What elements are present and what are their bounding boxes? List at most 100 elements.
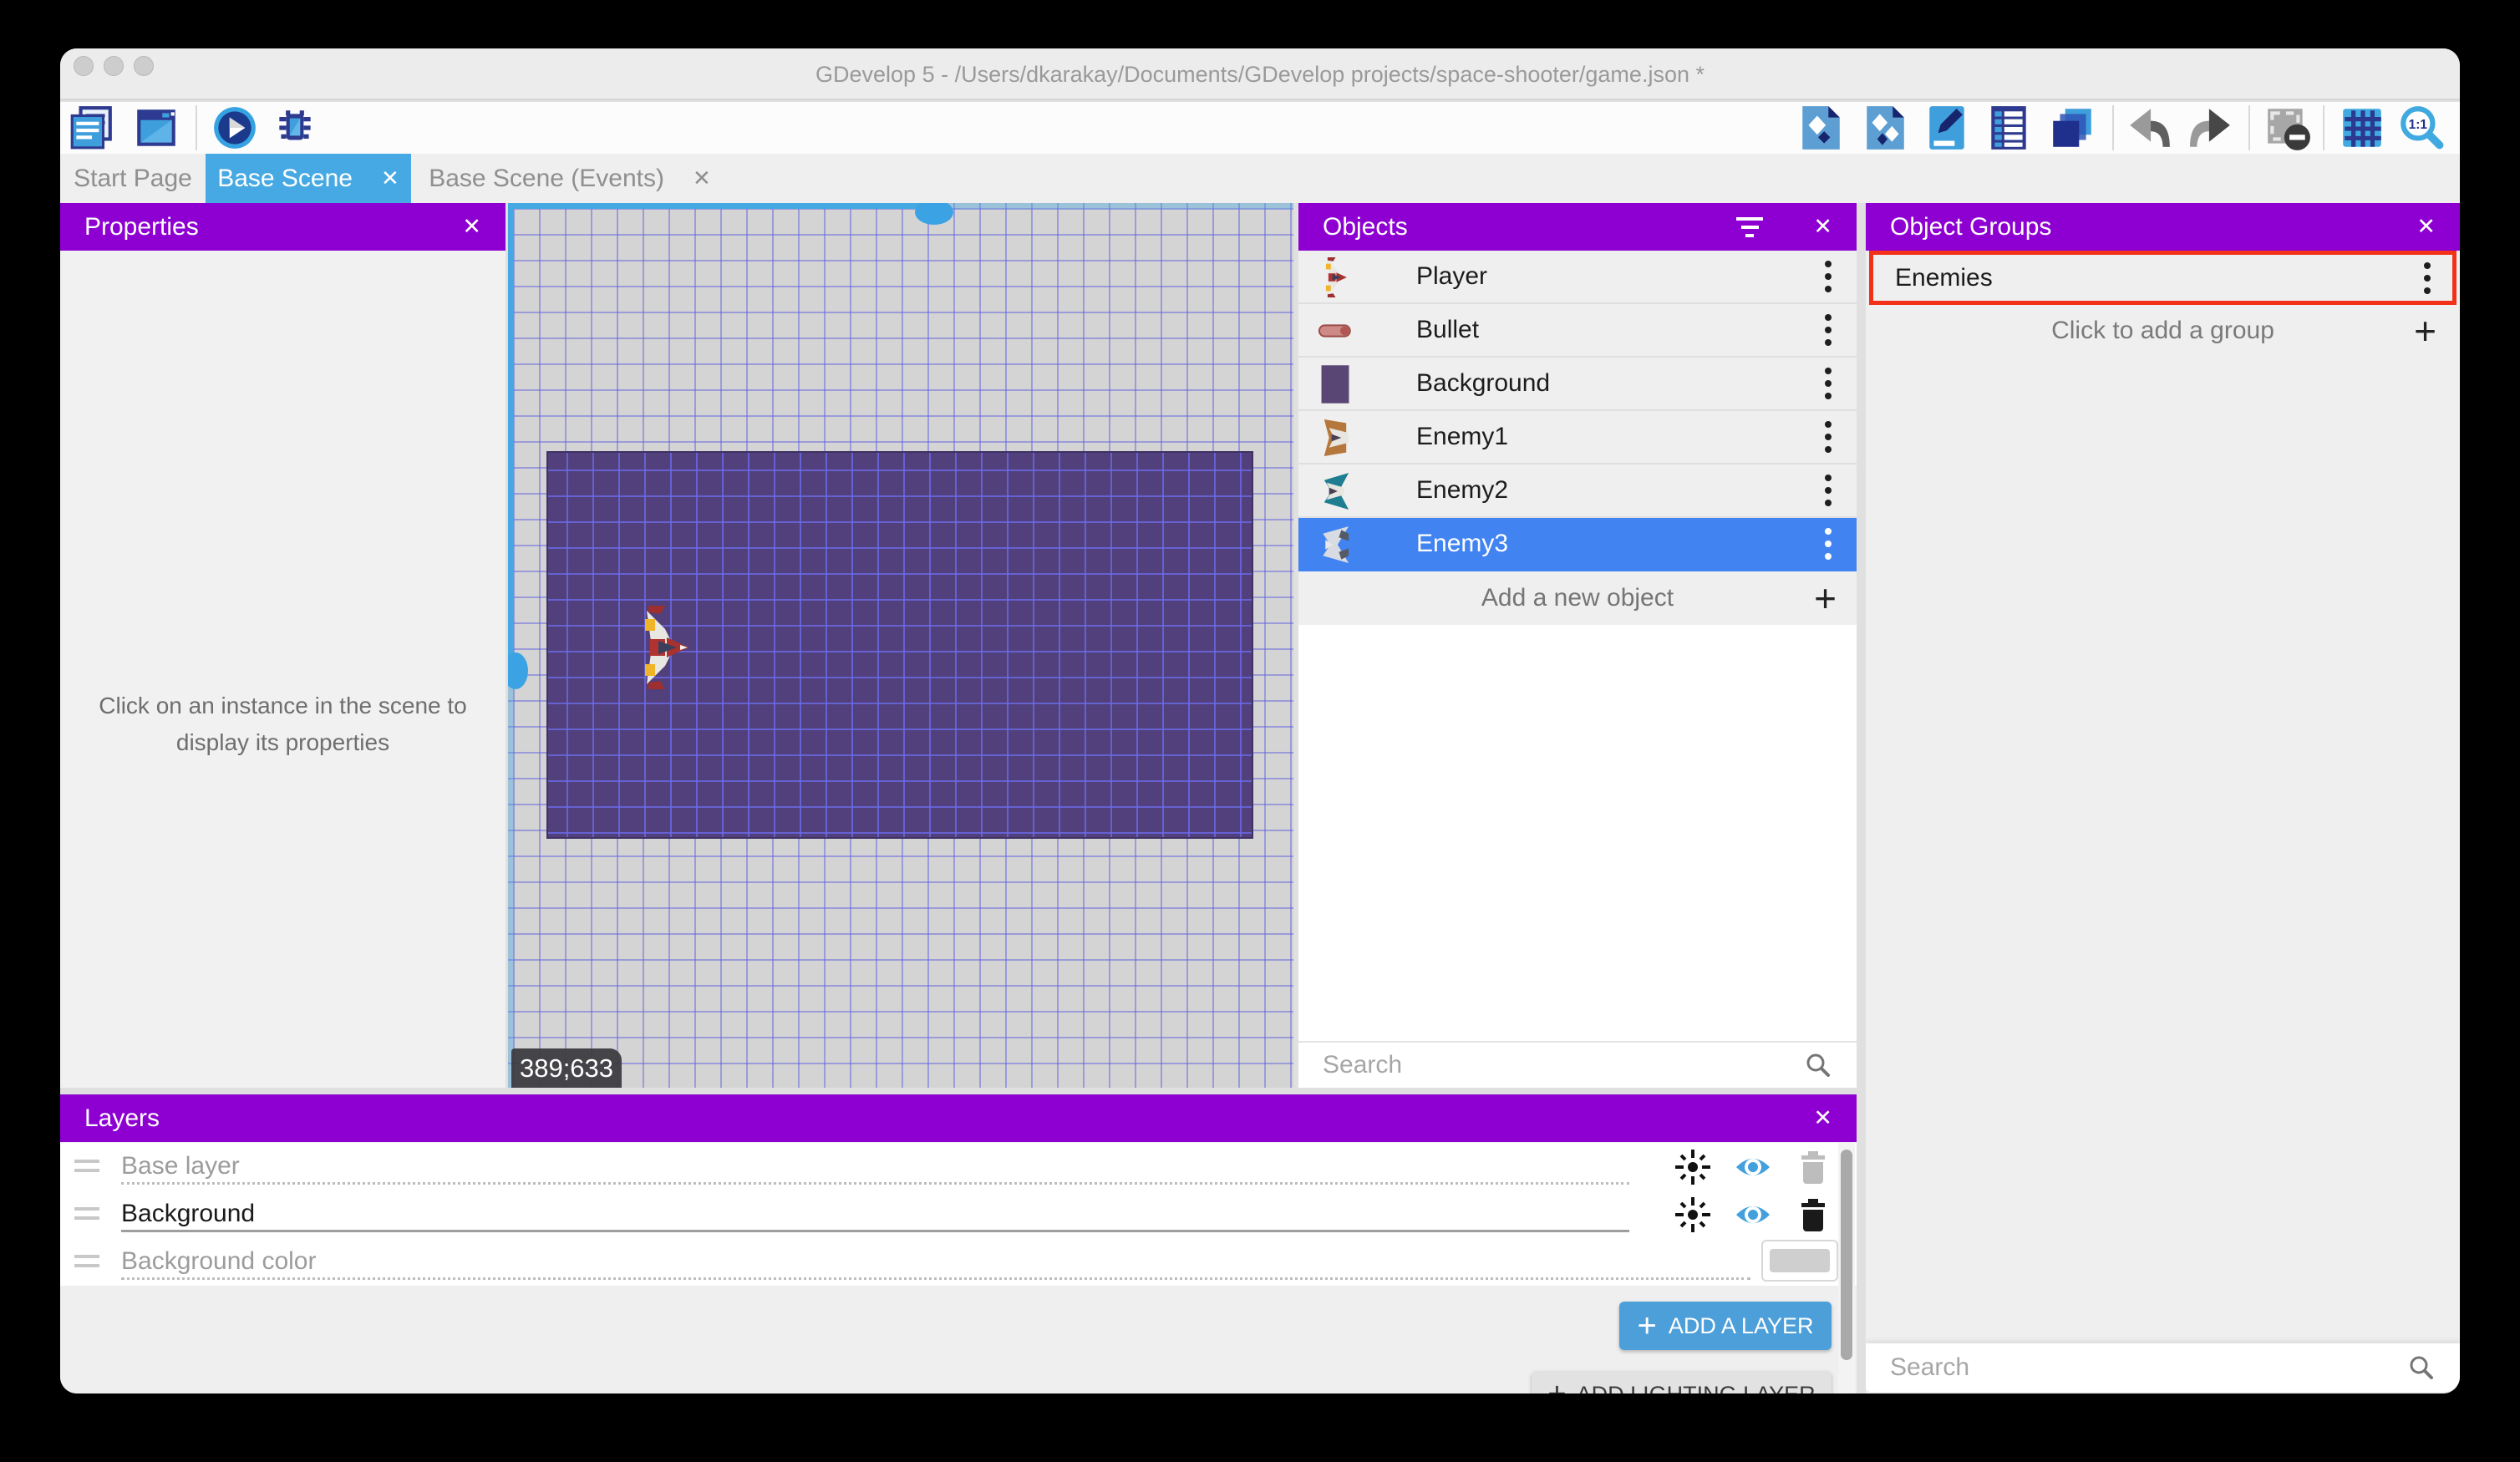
background-thumbnail [1317, 363, 1354, 405]
objects-list: Player Bullet Background Enemy1 Enemy2 [1298, 251, 1857, 625]
object-menu-icon[interactable] [1825, 421, 1832, 453]
groups-search-input[interactable]: Search [1866, 1343, 2460, 1392]
object-row-bullet[interactable]: Bullet [1298, 304, 1857, 358]
search-icon [1804, 1051, 1832, 1079]
object-menu-icon[interactable] [1825, 475, 1832, 506]
group-name: Enemies [1895, 264, 1993, 292]
add-lighting-layer-button[interactable]: ADD LIGHTING LAYER [1532, 1371, 1832, 1393]
object-menu-icon[interactable] [1825, 261, 1832, 292]
player-instance[interactable] [637, 604, 692, 691]
properties-empty-message: Click on an instance in the scene to dis… [60, 688, 506, 761]
plus-icon [2414, 314, 2436, 348]
objects-search-input[interactable]: Search [1298, 1041, 1857, 1088]
plus-icon [1547, 1377, 1566, 1394]
panel-title: Layers [84, 1104, 160, 1133]
panel-title: Objects [1323, 213, 1408, 241]
layers-panel-icon[interactable] [2048, 104, 2096, 152]
tab-start-page[interactable]: Start Page [60, 154, 206, 203]
close-panel-icon[interactable] [1813, 1105, 1832, 1131]
drag-handle-icon[interactable] [74, 1207, 99, 1226]
main-toolbar: 1:1 [60, 102, 2460, 154]
close-tab-icon[interactable] [693, 165, 711, 191]
effects-icon[interactable] [1674, 1148, 1712, 1186]
objects-panel-header: Objects [1298, 203, 1857, 251]
object-row-enemy1[interactable]: Enemy1 [1298, 411, 1857, 464]
bullet-thumbnail [1317, 310, 1354, 352]
mask-instance-icon[interactable] [2263, 104, 2312, 152]
tab-label: Base Scene [217, 165, 353, 193]
zoom-1-1-icon[interactable]: 1:1 [2397, 104, 2446, 152]
tab-base-scene-events[interactable]: Base Scene (Events) [411, 154, 729, 203]
group-menu-icon[interactable] [2424, 262, 2431, 294]
add-group-label: Click to add a group [2051, 317, 2274, 345]
undo-icon[interactable] [2125, 104, 2173, 152]
tab-base-scene[interactable]: Base Scene [206, 154, 411, 203]
v-scrollbar-track[interactable] [508, 671, 514, 1088]
visibility-eye-icon[interactable] [1734, 1195, 1772, 1234]
toolbar-divider [2323, 105, 2324, 150]
trash-icon[interactable] [1794, 1195, 1832, 1234]
start-page-icon[interactable] [132, 104, 180, 152]
layer-name-field[interactable]: Background color [121, 1243, 1750, 1280]
debug-icon[interactable] [271, 104, 319, 152]
layer-row-base[interactable]: Base layer [60, 1143, 1857, 1190]
object-groups-panel: Object Groups Enemies Click to add a gro… [1866, 203, 2460, 1393]
instances-list-icon[interactable] [1984, 104, 2033, 152]
layer-name-field[interactable]: Background [121, 1195, 1629, 1232]
object-row-player[interactable]: Player [1298, 251, 1857, 304]
filter-icon[interactable] [1736, 217, 1763, 237]
effects-icon[interactable] [1674, 1195, 1712, 1234]
visibility-eye-icon[interactable] [1734, 1148, 1772, 1186]
redo-icon[interactable] [2187, 104, 2235, 152]
toolbar-divider [2248, 105, 2250, 150]
layers-list: Base layer Background Background color [60, 1143, 1857, 1286]
add-layer-button[interactable]: ADD A LAYER [1619, 1302, 1832, 1350]
scene-editor-canvas[interactable]: 389;633 [508, 203, 1293, 1088]
layer-row-background[interactable]: Background [60, 1190, 1857, 1238]
cursor-coordinates-badge: 389;633 [511, 1048, 622, 1088]
drag-handle-icon[interactable] [74, 1160, 99, 1178]
layer-row-background-color[interactable]: Background color [60, 1238, 1857, 1286]
drag-handle-icon[interactable] [74, 1255, 99, 1273]
h-scrollbar-track[interactable] [934, 203, 1293, 209]
close-panel-icon[interactable] [1813, 214, 1832, 240]
layer-name-field[interactable]: Base layer [121, 1148, 1629, 1185]
add-layer-label: ADD A LAYER [1669, 1313, 1814, 1339]
panel-title: Properties [84, 213, 199, 241]
svg-text:1:1: 1:1 [2409, 118, 2428, 132]
background-color-swatch[interactable] [1761, 1240, 1838, 1282]
object-row-enemy2[interactable]: Enemy2 [1298, 464, 1857, 518]
add-group-button[interactable]: Click to add a group [1866, 305, 2460, 357]
object-menu-icon[interactable] [1825, 368, 1832, 399]
properties-panel-icon[interactable] [1923, 104, 1971, 152]
trash-icon[interactable] [1794, 1148, 1832, 1186]
object-menu-icon[interactable] [1825, 528, 1832, 560]
close-tab-icon[interactable] [381, 165, 399, 191]
object-name: Bullet [1416, 316, 1479, 344]
v-scrollbar[interactable] [508, 203, 514, 671]
editor-tabs: Start Page Base Scene Base Scene (Events… [60, 154, 2460, 203]
title-bar: GDevelop 5 - /Users/dkarakay/Documents/G… [60, 48, 2460, 100]
layers-panel: Layers Base layer Background Background … [60, 1094, 1857, 1393]
plus-icon [1638, 1307, 1657, 1345]
object-name: Background [1416, 369, 1550, 398]
play-icon[interactable] [211, 104, 259, 152]
layers-scrollbar-thumb[interactable] [1841, 1150, 1852, 1360]
add-object-button[interactable]: Add a new object [1298, 571, 1857, 625]
objects-panel-icon[interactable] [1796, 104, 1845, 152]
group-row-enemies[interactable]: Enemies [1869, 251, 2456, 305]
close-panel-icon[interactable] [462, 214, 481, 240]
project-manager-icon[interactable] [67, 104, 115, 152]
close-panel-icon[interactable] [2416, 214, 2436, 240]
object-groups-panel-icon[interactable] [1861, 104, 1909, 152]
object-row-enemy3[interactable]: Enemy3 [1298, 518, 1857, 571]
h-scrollbar[interactable] [508, 203, 934, 209]
v-scrollbar-thumb[interactable] [508, 652, 528, 689]
object-row-background[interactable]: Background [1298, 358, 1857, 411]
search-placeholder: Search [1890, 1353, 1969, 1382]
layers-panel-header: Layers [60, 1094, 1857, 1142]
h-scrollbar-thumb[interactable] [915, 203, 953, 225]
enemy1-thumbnail [1317, 417, 1354, 459]
object-menu-icon[interactable] [1825, 314, 1832, 346]
grid-icon[interactable] [2338, 104, 2386, 152]
